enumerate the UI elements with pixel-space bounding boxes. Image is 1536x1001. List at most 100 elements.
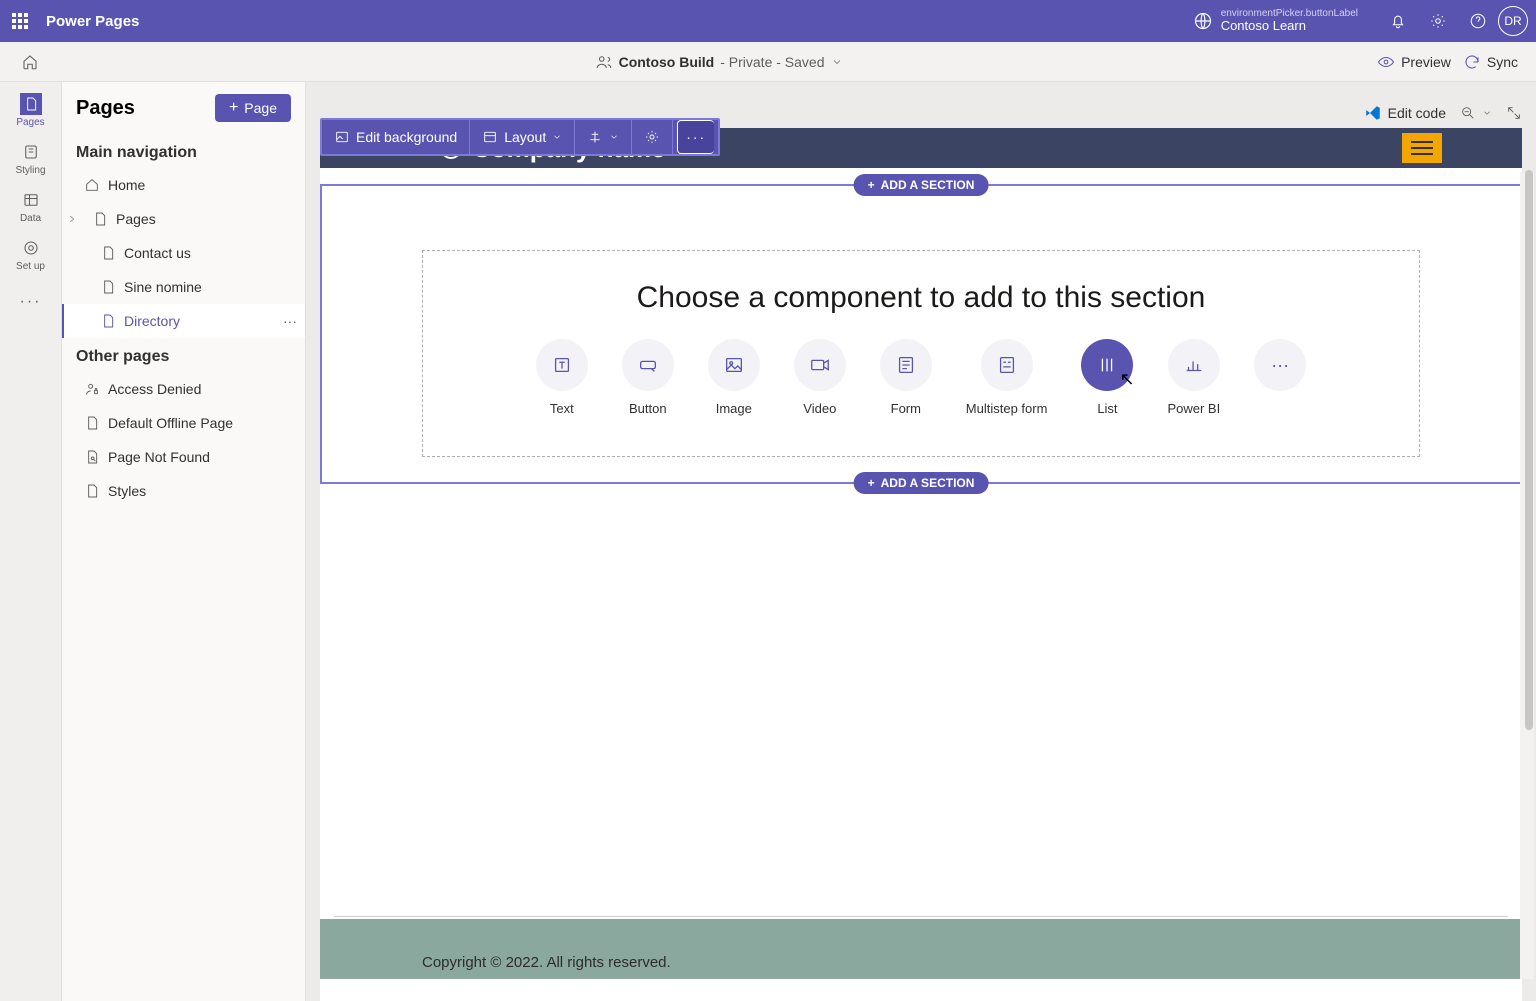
sync-icon [1463,53,1481,71]
preview-button[interactable]: Preview [1377,53,1451,71]
component-powerbi[interactable]: Power BI [1167,339,1220,416]
video-icon [809,354,831,376]
plus-icon: + [229,100,238,116]
nav-item-styles[interactable]: Styles [62,474,305,508]
component-label: Multistep form [966,401,1048,416]
nav-item-home[interactable]: Home [62,168,305,202]
zoom-icon [1460,105,1476,121]
rail-label: Pages [16,117,44,128]
text-icon [551,354,573,376]
settings-button[interactable] [1418,0,1458,42]
nav-item-sine[interactable]: Sine nomine [62,270,305,304]
app-launcher-button[interactable] [0,0,40,42]
command-bar: Contoso Build - Private - Saved Preview … [0,42,1536,82]
edit-bg-label: Edit background [356,129,457,145]
component-button[interactable]: Button [622,339,674,416]
layout-button[interactable]: Layout [470,120,575,154]
nav-label: Pages [116,211,156,227]
component-title: Choose a component to add to this sectio… [463,281,1379,315]
left-rail: Pages Styling Data Set up ··· [0,82,62,1001]
section-float-toolbar: Edit background Layout ··· [320,118,720,156]
app-title: Power Pages [46,13,139,30]
align-button[interactable] [575,120,632,154]
environment-picker[interactable]: environmentPicker.buttonLabel Contoso Le… [1193,8,1358,33]
nav-label: Default Offline Page [108,415,233,431]
hamburger-button[interactable] [1402,133,1442,163]
edit-background-button[interactable]: Edit background [322,120,470,154]
file-icon [84,415,100,431]
nav-item-notfound[interactable]: Page Not Found [62,440,305,474]
component-label: Text [550,401,574,416]
help-button[interactable] [1458,0,1498,42]
nav-item-pages[interactable]: Pages [62,202,305,236]
rail-pages[interactable]: Pages [0,86,62,134]
zoom-button[interactable] [1460,105,1492,121]
chevron-down-icon[interactable] [831,56,843,68]
chevron-down-icon [552,132,562,142]
nav-label: Directory [124,313,180,329]
fullscreen-button[interactable] [1506,105,1522,121]
component-video[interactable]: Video [794,339,846,416]
multistep-icon [996,354,1018,376]
divider [334,916,1508,917]
home-icon [21,53,39,71]
component-label: Button [629,401,667,416]
nav-label: Access Denied [108,381,201,397]
rail-data[interactable]: Data [0,182,62,230]
scrollbar-thumb[interactable] [1525,170,1533,730]
component-more[interactable]: ··· [1254,339,1306,416]
component-multistep-form[interactable]: Multistep form [966,339,1048,416]
bell-icon [1389,12,1407,30]
environment-icon [1193,11,1213,31]
section-settings-button[interactable] [632,120,673,154]
footer-text: Copyright © 2022. All rights reserved. [422,954,671,971]
app-header: Power Pages environmentPicker.buttonLabe… [0,0,1536,42]
component-form[interactable]: Form [880,339,932,416]
palette-icon [22,143,40,161]
rail-label: Styling [15,165,45,176]
rail-setup[interactable]: Set up [0,230,62,278]
nav-label: Page Not Found [108,449,210,465]
nav-item-offline[interactable]: Default Offline Page [62,406,305,440]
site-status: - Private - Saved [720,54,824,70]
add-section-top-button[interactable]: + ADD A SECTION [854,174,989,196]
nav-label: Sine nomine [124,279,202,295]
preview-label: Preview [1401,54,1451,70]
component-text[interactable]: Text [536,339,588,416]
component-image[interactable]: Image [708,339,760,416]
component-label: List [1097,401,1117,416]
section-outline[interactable]: + ADD A SECTION Choose a component to ad… [320,184,1522,484]
nav-label: Home [108,177,145,193]
sync-button[interactable]: Sync [1463,53,1518,71]
home-button[interactable] [0,53,60,71]
add-page-label: Page [244,100,277,116]
section-more-button[interactable]: ··· [677,120,714,154]
nav-item-directory[interactable]: Directory ··· [62,304,305,338]
vscode-icon [1364,104,1382,122]
component-label: Video [803,401,836,416]
section-other-pages: Other pages [62,338,305,372]
add-page-button[interactable]: + Page [215,94,291,122]
notifications-button[interactable] [1378,0,1418,42]
edit-code-button[interactable]: Edit code [1364,104,1446,122]
nav-item-contact[interactable]: Contact us [62,236,305,270]
rail-more[interactable]: ··· [0,278,62,326]
nav-item-access-denied[interactable]: Access Denied [62,372,305,406]
nav-label: Contact us [124,245,191,261]
rail-label: Data [20,213,41,224]
setup-icon [22,239,40,257]
component-list[interactable]: List ↖ [1081,339,1133,416]
form-icon [895,354,917,376]
add-section-bottom-button[interactable]: + ADD A SECTION [854,472,989,494]
component-label: Form [891,401,921,416]
caret-icon[interactable] [66,214,78,224]
file-search-icon [84,449,100,465]
component-label: Power BI [1167,401,1220,416]
edit-code-label: Edit code [1388,105,1446,121]
add-section-label: ADD A SECTION [881,476,975,490]
align-icon [587,129,603,145]
environment-name: Contoso Learn [1221,19,1358,33]
user-avatar[interactable]: DR [1498,6,1528,36]
rail-styling[interactable]: Styling [0,134,62,182]
item-more-button[interactable]: ··· [283,313,297,329]
